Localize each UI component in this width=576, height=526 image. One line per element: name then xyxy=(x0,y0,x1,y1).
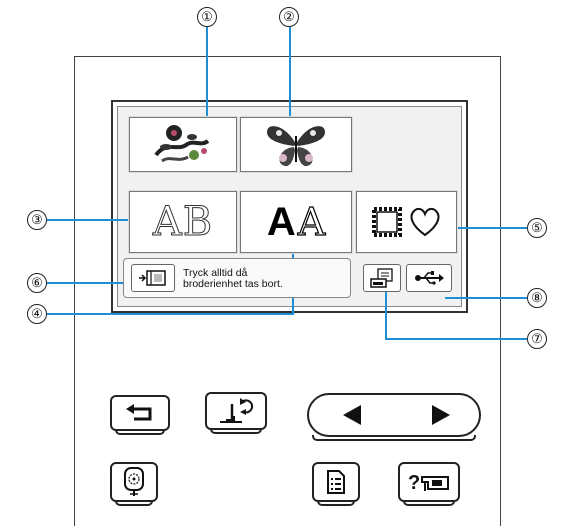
leader-line-4-h xyxy=(47,313,294,315)
embroidery-key[interactable] xyxy=(110,462,158,506)
leader-line-2 xyxy=(289,27,291,118)
leader-line-3 xyxy=(47,219,131,221)
usb-icon xyxy=(415,271,444,285)
alphabet-outline-letter: A xyxy=(297,199,326,244)
back-key[interactable] xyxy=(110,395,170,435)
svg-text:?: ? xyxy=(408,472,420,494)
callout-3: ③ xyxy=(27,210,47,230)
machine-memory-icon xyxy=(370,268,393,288)
frame-pattern-button[interactable] xyxy=(356,191,457,253)
callout-2: ② xyxy=(279,7,299,27)
leader-line-8 xyxy=(445,297,527,299)
alphabet-bold-letter: A xyxy=(266,199,296,244)
callout-8: ⑧ xyxy=(527,288,547,308)
butterfly-embroidery-button[interactable] xyxy=(240,117,352,172)
embroidery-unit-icon xyxy=(139,270,166,286)
embroidery-hoop-icon xyxy=(124,467,144,496)
message-text: Tryck alltid då broderienhet tas bort. xyxy=(183,268,283,290)
usb-media-button[interactable] xyxy=(406,264,452,292)
help-machine-icon: ? xyxy=(408,472,449,494)
message-line-2: broderienhet tas bort. xyxy=(183,278,283,290)
settings-document-icon xyxy=(327,470,345,494)
leader-line-1 xyxy=(206,27,208,118)
presser-foot-key[interactable] xyxy=(205,392,267,434)
leader-line-7-v xyxy=(385,290,387,340)
presser-foot-icon xyxy=(220,398,254,423)
previous-button[interactable] xyxy=(309,395,396,435)
leader-line-7-h xyxy=(385,338,527,340)
callout-1: ① xyxy=(197,7,217,27)
butterfly-embroidery-icon xyxy=(267,125,325,166)
triangle-right-icon xyxy=(431,405,450,425)
floral-embroidery-button[interactable] xyxy=(129,117,237,172)
navigation-key-pair xyxy=(307,393,483,441)
next-button[interactable] xyxy=(396,395,483,435)
triangle-left-icon xyxy=(342,405,361,425)
callout-5: ⑤ xyxy=(527,218,547,238)
back-arrow-icon xyxy=(126,404,152,421)
decorative-alphabet-label: AB xyxy=(152,199,214,246)
leader-line-5 xyxy=(446,227,527,229)
floral-embroidery-icon xyxy=(154,124,210,162)
machine-help-key[interactable]: ? xyxy=(398,462,460,506)
alphabet-button[interactable]: A A xyxy=(240,191,352,253)
callout-6: ⑥ xyxy=(27,273,47,293)
machine-memory-button[interactable] xyxy=(363,264,401,292)
embroidery-unit-button[interactable] xyxy=(131,264,175,292)
decorative-alphabet-button[interactable]: AB xyxy=(129,191,237,253)
frame-heart-icon xyxy=(371,207,439,237)
callout-7: ⑦ xyxy=(527,329,547,349)
callout-4: ④ xyxy=(27,304,47,324)
settings-key[interactable] xyxy=(312,462,360,506)
